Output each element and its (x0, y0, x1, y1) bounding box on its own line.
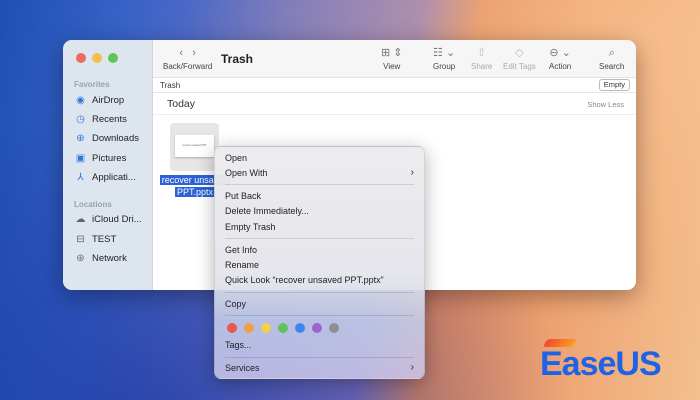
minimize-button[interactable] (92, 53, 102, 63)
easeus-logo: EaseUS (540, 339, 662, 384)
show-less-button[interactable]: Show Less (587, 100, 624, 109)
applications-icon: ⅄ (77, 171, 84, 183)
chevron-right-icon: › (410, 167, 414, 178)
menu-item-put-back[interactable]: Put Back (225, 189, 414, 203)
traffic-lights (76, 53, 118, 63)
edit-tags-button[interactable]: ◇ Edit Tags (503, 46, 536, 71)
pictures-icon: ▣ (75, 152, 86, 164)
empty-trash-button[interactable]: Empty (598, 79, 630, 91)
menu-separator (225, 292, 414, 293)
tag-red[interactable] (227, 323, 237, 333)
menu-item-tags[interactable]: Tags... (225, 338, 414, 352)
sidebar-item-network[interactable]: ⊛ Network (75, 251, 127, 265)
tag-green[interactable] (278, 323, 288, 333)
menu-separator (225, 357, 414, 358)
menu-item-label: Services (225, 363, 260, 373)
menu-item-copy[interactable]: Copy (225, 297, 414, 311)
download-icon: ⊕ (76, 132, 85, 144)
menu-item-empty-trash[interactable]: Empty Trash (225, 220, 414, 234)
thumbnail-preview: recover unsaved PPT (175, 135, 214, 157)
back-forward-button[interactable]: ‹ › Back/Forward (163, 46, 212, 71)
menu-item-open-with[interactable]: Open With › (225, 166, 414, 180)
action-icon: ⊖ ⌄ (549, 47, 571, 59)
share-label: Share (471, 62, 493, 71)
network-icon: ⊛ (76, 252, 85, 264)
tag-gray[interactable] (329, 323, 339, 333)
toolbar: ‹ › Back/Forward Trash ⊞ ⇕ View ☷ ⌄ Group ⇧… (153, 40, 636, 78)
tag-colors (227, 323, 339, 333)
menu-item-services[interactable]: Services › (225, 361, 414, 375)
sidebar-item-icloud[interactable]: ☁ iCloud Dri... (75, 212, 142, 226)
tag-icon: ◇ (515, 47, 524, 59)
menu-item-label: Open With (225, 168, 268, 178)
grid-view-icon: ⊞ ⇕ (381, 47, 403, 59)
path-bar: Trash Empty (153, 78, 636, 93)
view-button[interactable]: ⊞ ⇕ View (381, 46, 403, 71)
sidebar-item-test[interactable]: ⊟ TEST (75, 232, 116, 246)
tag-purple[interactable] (312, 323, 322, 333)
favorites-heading: Favorites (74, 80, 110, 89)
sidebar-item-label: Recents (92, 113, 127, 125)
tag-blue[interactable] (295, 323, 305, 333)
menu-separator (225, 238, 414, 239)
chevron-left-right-icon: ‹ › (179, 47, 196, 59)
file-thumbnail[interactable]: recover unsaved PPT (170, 123, 219, 171)
group-label: Group (433, 62, 456, 71)
section-title: Today (167, 98, 196, 110)
chevron-right-icon: › (410, 362, 414, 373)
sidebar-item-label: iCloud Dri... (92, 213, 142, 225)
view-label: View (383, 62, 401, 71)
close-button[interactable] (76, 53, 86, 63)
search-icon: ⌕ (608, 47, 615, 59)
share-button[interactable]: ⇧ Share (471, 46, 492, 71)
search-label: Search (599, 62, 625, 71)
sidebar-item-label: Applicati... (92, 171, 136, 183)
tag-orange[interactable] (244, 323, 254, 333)
zoom-button[interactable] (108, 53, 118, 63)
sidebar-item-applications[interactable]: ⅄ Applicati... (75, 170, 136, 184)
sidebar-item-pictures[interactable]: ▣ Pictures (75, 151, 127, 165)
sidebar-item-airdrop[interactable]: ◉ AirDrop (75, 93, 124, 107)
cloud-icon: ☁ (75, 213, 86, 225)
sidebar-item-label: Network (92, 252, 127, 264)
search-button[interactable]: ⌕ Search (599, 46, 624, 71)
clock-icon: ◷ (76, 113, 85, 125)
file-name-line2: PPT.pptx (174, 187, 216, 197)
sidebar-item-downloads[interactable]: ⊕ Downloads (75, 131, 139, 145)
locations-heading: Locations (74, 200, 112, 209)
section-header: Today Show Less (153, 93, 636, 115)
edit-tags-label: Edit Tags (503, 62, 536, 71)
group-icon: ☷ ⌄ (433, 47, 456, 59)
menu-separator (225, 315, 414, 316)
menu-item-get-info[interactable]: Get Info (225, 243, 414, 257)
tag-yellow[interactable] (261, 323, 271, 333)
menu-separator (225, 184, 414, 185)
menu-item-quick-look[interactable]: Quick Look “recover unsaved PPT.pptx” (225, 273, 414, 287)
sidebar-item-label: AirDrop (92, 94, 125, 106)
share-icon: ⇧ (477, 47, 487, 59)
logo-text: EaseUS (540, 345, 662, 383)
sidebar-item-label: Downloads (92, 132, 139, 144)
action-label: Action (549, 62, 572, 71)
window-title: Trash (221, 52, 254, 66)
drive-icon: ⊟ (76, 233, 85, 245)
sidebar-item-recents[interactable]: ◷ Recents (75, 112, 127, 126)
menu-item-rename[interactable]: Rename (225, 258, 414, 272)
group-button[interactable]: ☷ ⌄ Group (433, 46, 455, 71)
airdrop-icon: ◉ (76, 94, 85, 106)
action-button[interactable]: ⊖ ⌄ Action (549, 46, 571, 71)
context-menu: Open Open With › Put Back Delete Immediat… (214, 146, 425, 379)
sidebar: Favorites ◉ AirDrop ◷ Recents ⊕ Downloads ▣… (63, 40, 153, 290)
menu-item-open[interactable]: Open (225, 151, 414, 165)
back-forward-label: Back/Forward (163, 62, 213, 71)
logo-flame (542, 339, 578, 347)
menu-item-delete-immediately[interactable]: Delete Immediately... (225, 204, 414, 218)
sidebar-item-label: TEST (92, 233, 117, 245)
path-label: Trash (160, 81, 181, 90)
sidebar-item-label: Pictures (92, 152, 127, 164)
